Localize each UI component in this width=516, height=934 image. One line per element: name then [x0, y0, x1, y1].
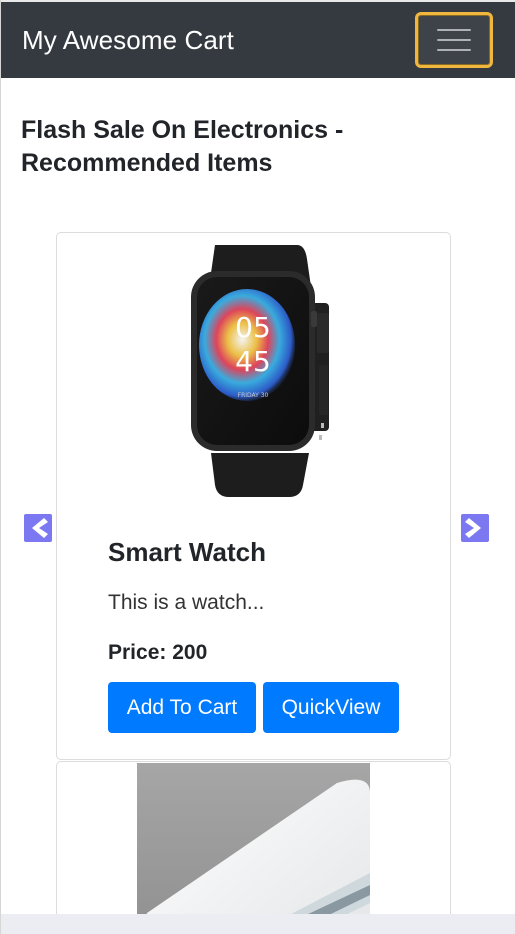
- watch-hour-text: 05: [235, 311, 271, 344]
- product-card: [56, 761, 451, 934]
- chevron-left-icon: [32, 518, 48, 538]
- navbar: My Awesome Cart: [1, 0, 515, 78]
- chevron-right-icon: [465, 518, 481, 538]
- brand-title[interactable]: My Awesome Cart: [22, 25, 234, 56]
- carousel-next-button[interactable]: [461, 514, 489, 542]
- product-card: 05 45 FRIDAY 30 Smart Watch This is a wa…: [56, 232, 451, 760]
- navbar-toggle-button[interactable]: [415, 12, 493, 68]
- product-description: This is a watch...: [108, 591, 265, 614]
- price-value: 200: [172, 641, 208, 664]
- section-heading: Flash Sale On Electronics - Recommended …: [21, 116, 344, 177]
- product-price: Price: 200: [108, 641, 207, 665]
- watch-date-text: FRIDAY 30: [238, 392, 269, 399]
- smart-watch-image: 05 45 FRIDAY 30: [191, 245, 329, 497]
- hamburger-menu-icon: [437, 49, 471, 51]
- air-conditioner-image: [137, 763, 370, 934]
- page: My Awesome Cart Flash Sale On Electronic…: [0, 0, 516, 934]
- quickview-button[interactable]: QuickView: [263, 682, 399, 733]
- hamburger-menu-icon: [437, 39, 471, 41]
- bottom-scroll-strip: [1, 914, 515, 934]
- product-title: Smart Watch: [108, 537, 266, 567]
- hamburger-menu-icon: [437, 29, 471, 31]
- watch-minute-text: 45: [235, 345, 271, 378]
- carousel-prev-button[interactable]: [24, 514, 52, 542]
- price-label: Price:: [108, 641, 167, 664]
- add-to-cart-button[interactable]: Add To Cart: [108, 682, 256, 733]
